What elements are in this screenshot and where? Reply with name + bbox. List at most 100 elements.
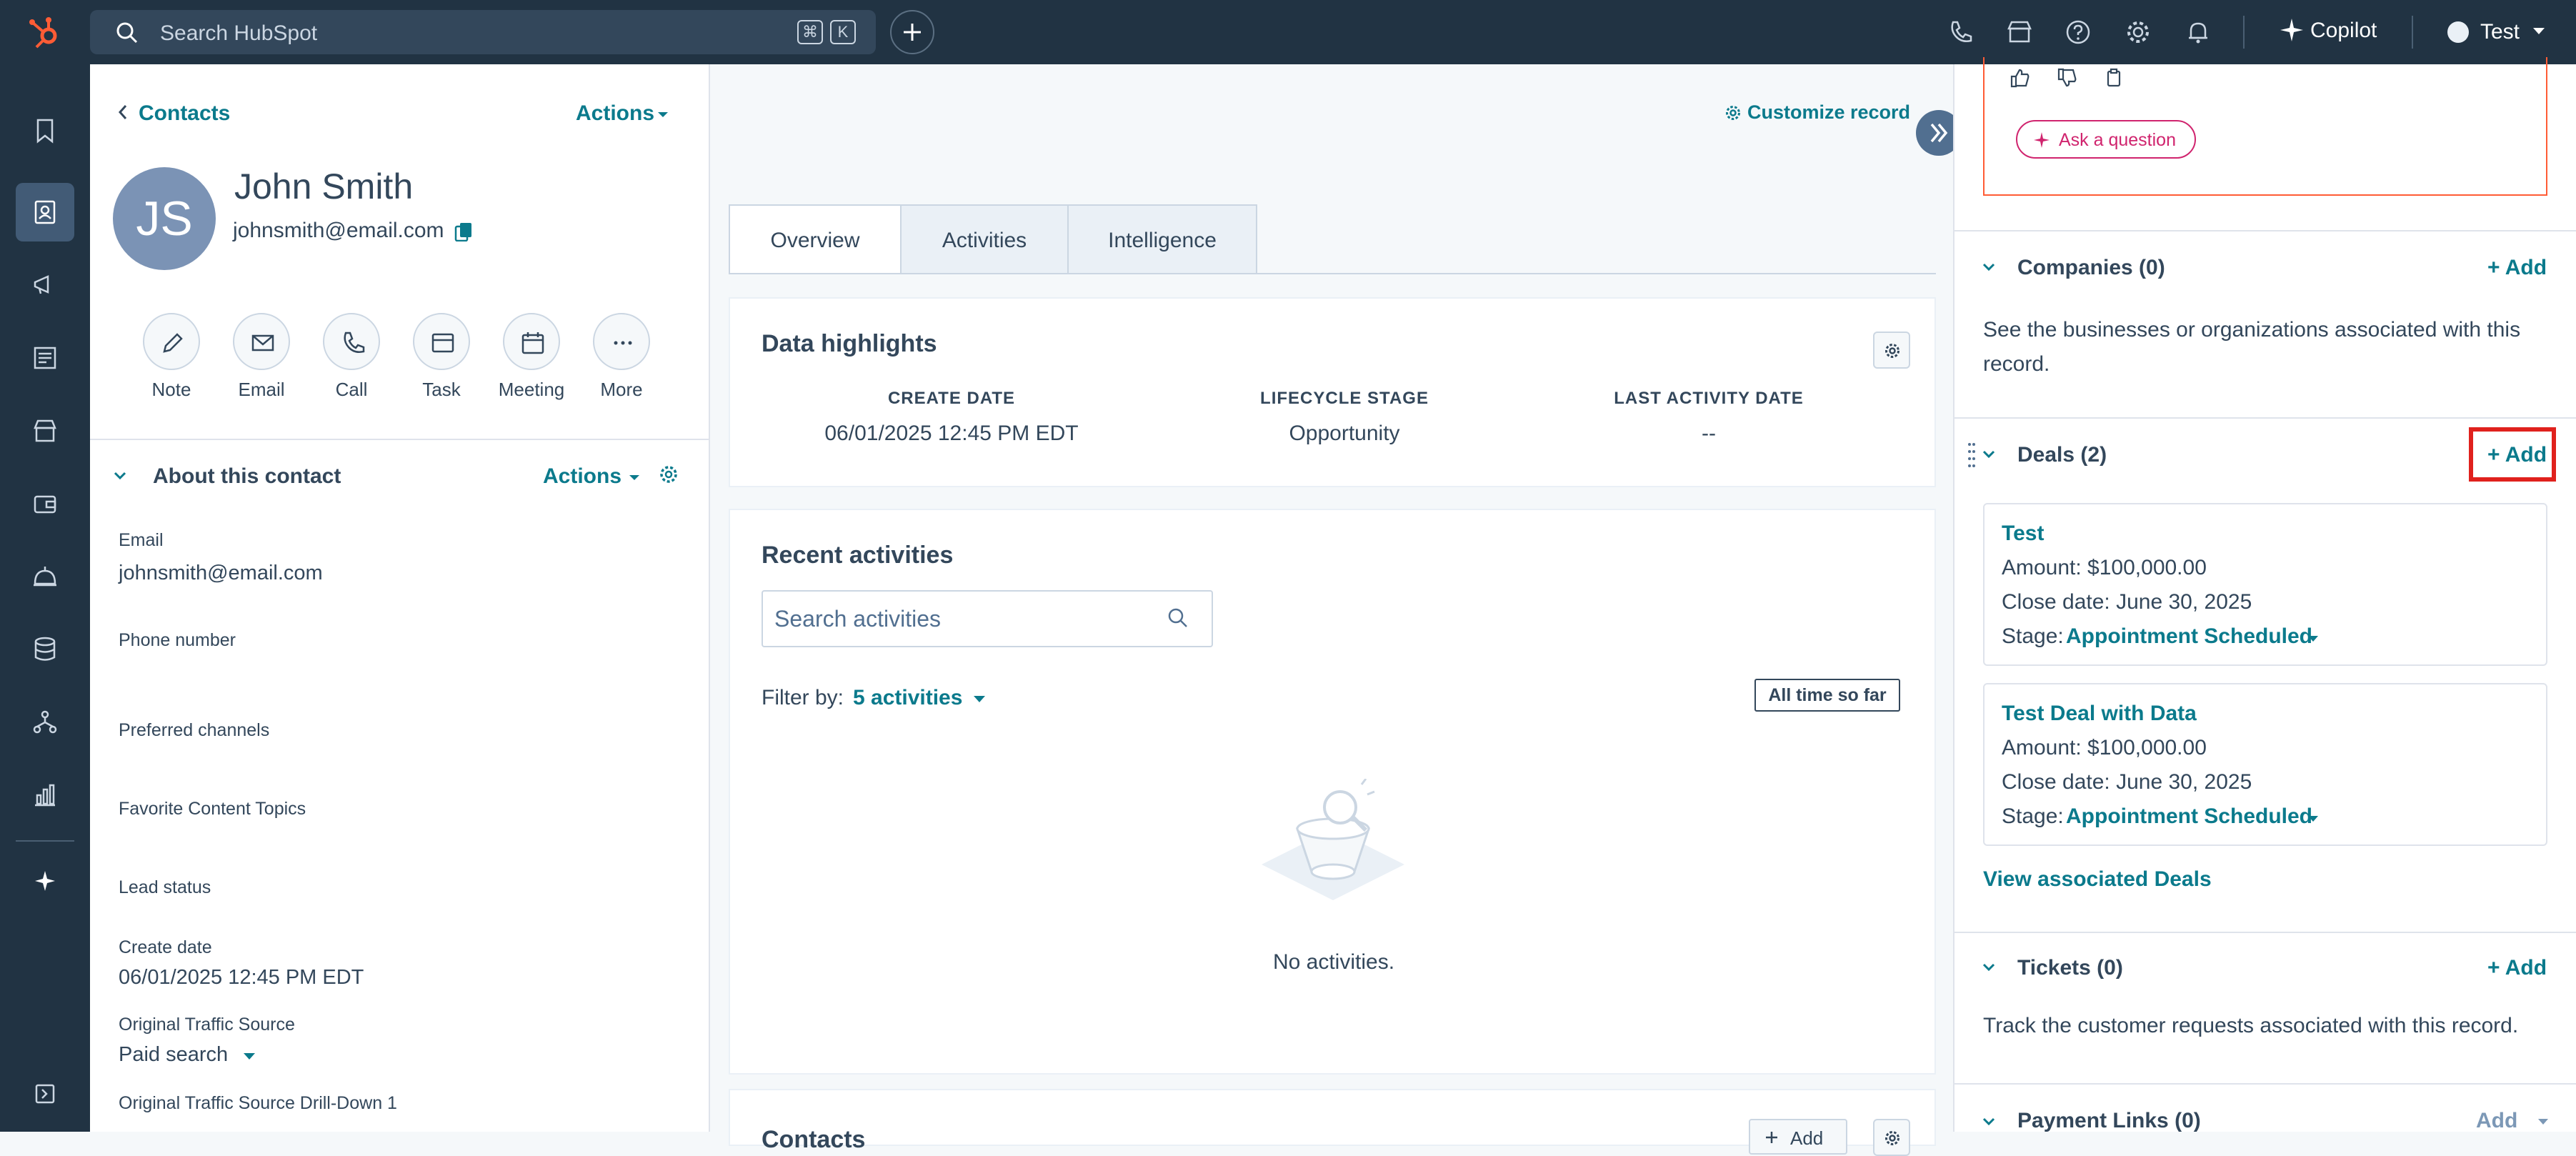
phone-property-value[interactable] — [119, 657, 676, 693]
copilot-label: Copilot — [2310, 19, 2377, 42]
recent-activities-card: Recent activities Search activities Filt… — [729, 509, 1936, 1075]
deals-section-title[interactable]: Deals (2) — [2017, 443, 2107, 467]
create-date-value: 06/01/2025 12:45 PM EDT — [824, 422, 1079, 445]
tickets-section-title[interactable]: Tickets (0) — [2017, 956, 2123, 980]
deal-stage-dropdown[interactable]: Appointment Scheduled — [2066, 803, 2323, 832]
more-action-button[interactable]: More — [591, 313, 652, 401]
thumbs-up-icon[interactable] — [2009, 67, 2030, 89]
add-payment-link-dropdown[interactable]: Add — [2476, 1109, 2555, 1137]
add-company-button[interactable]: + Add — [2487, 256, 2547, 280]
customize-record-button[interactable]: Customize record — [1724, 100, 1932, 129]
about-actions-label: Actions — [543, 464, 622, 488]
about-section-title[interactable]: About this contact — [153, 464, 341, 489]
deal-stage-label: Stage: — [2002, 804, 2064, 828]
deals-chevron-icon[interactable] — [1980, 447, 1997, 462]
actions-label: Actions — [576, 101, 655, 125]
traffic-source-dropdown[interactable]: Paid search — [119, 1040, 290, 1072]
nav-data-database-icon[interactable] — [16, 620, 74, 679]
drag-handle-icon[interactable] — [1967, 442, 1976, 470]
sparkle-icon — [2033, 131, 2050, 149]
nav-expand-icon[interactable] — [16, 1065, 74, 1123]
copy-email-icon[interactable] — [454, 221, 473, 241]
highlights-settings-gear-icon[interactable] — [1873, 332, 1910, 369]
contacts-card-title: Contacts — [762, 1126, 866, 1153]
customize-record-label: Customize record — [1747, 101, 1911, 123]
contact-avatar: JS — [113, 167, 216, 270]
create-date-value: 06/01/2025 12:45 PM EDT — [119, 966, 364, 989]
preferred-channels-label: Preferred channels — [119, 720, 270, 740]
settings-gear-icon[interactable] — [2125, 19, 2152, 46]
contact-email: johnsmith@email.com — [233, 219, 444, 242]
email-property-label: Email — [119, 530, 164, 550]
add-contact-button[interactable]: Add — [1749, 1119, 1847, 1155]
activity-filter-dropdown[interactable]: 5 activities — [853, 683, 996, 712]
thumbs-down-icon[interactable] — [2056, 67, 2077, 89]
calling-icon[interactable] — [1947, 19, 1975, 46]
account-menu[interactable]: Test — [2433, 13, 2562, 51]
nav-contacts-icon[interactable] — [16, 183, 74, 241]
create-new-button[interactable] — [890, 10, 934, 54]
nav-automation-icon[interactable] — [16, 693, 74, 752]
add-payment-link-label: Add — [2476, 1109, 2518, 1132]
lead-status-value[interactable] — [119, 905, 676, 933]
deal-stage-label: Stage: — [2002, 624, 2064, 648]
email-property-value[interactable]: johnsmith@email.com — [119, 562, 323, 585]
record-actions-dropdown[interactable]: Actions — [576, 101, 683, 130]
add-deal-button[interactable]: + Add — [2487, 443, 2547, 467]
copy-icon[interactable] — [2103, 67, 2125, 89]
note-icon — [143, 313, 200, 370]
shortcut-k-key: K — [830, 20, 856, 44]
tab-overview[interactable]: Overview — [729, 204, 902, 274]
search-activities-input[interactable]: Search activities — [762, 590, 1213, 647]
marketplace-icon[interactable] — [2006, 19, 2033, 46]
help-icon[interactable] — [2065, 19, 2092, 46]
nav-wallet-icon[interactable] — [16, 474, 74, 533]
about-actions-dropdown[interactable]: Actions — [543, 462, 643, 490]
companies-chevron-icon[interactable] — [1980, 260, 1997, 274]
nav-bookmarks-icon[interactable] — [16, 101, 74, 160]
shortcut-cmd-key: ⌘ — [797, 20, 823, 44]
nav-marketing-megaphone-icon[interactable] — [16, 256, 74, 314]
tickets-chevron-icon[interactable] — [1980, 960, 1997, 975]
content-topics-value[interactable] — [119, 826, 676, 862]
back-chevron-icon[interactable] — [116, 101, 130, 123]
nav-reporting-icon[interactable] — [16, 766, 74, 824]
contacts-settings-gear-icon[interactable] — [1873, 1119, 1910, 1156]
section-divider — [1955, 1083, 2576, 1085]
collapse-chevron-icon[interactable] — [111, 469, 129, 483]
record-middle-column: Customize record Overview Activities Int… — [712, 64, 1940, 1156]
deal-stage-dropdown[interactable]: Appointment Scheduled — [2066, 623, 2323, 652]
timeframe-filter-button[interactable]: All time so far — [1754, 679, 1900, 712]
caret-down-icon — [2532, 26, 2546, 36]
tab-intelligence[interactable]: Intelligence — [1067, 204, 1257, 274]
breadcrumb-contacts-link[interactable]: Contacts — [139, 101, 230, 126]
nav-breeze-sparkle-icon[interactable] — [16, 852, 74, 910]
nav-commerce-icon[interactable] — [16, 402, 74, 460]
payment-links-chevron-icon[interactable] — [1980, 1115, 1997, 1129]
deal-name-link[interactable]: Test Deal with Data — [2002, 702, 2197, 726]
contacts-card: Contacts Add — [729, 1089, 1936, 1156]
view-associated-deals-link[interactable]: View associated Deals — [1983, 867, 2212, 892]
deal-card: Test Deal with Data Amount: $100,000.00 … — [1983, 683, 2547, 846]
tab-activities[interactable]: Activities — [900, 204, 1069, 274]
notifications-bell-icon[interactable] — [2185, 19, 2212, 46]
topbar-divider — [2243, 16, 2245, 49]
preferred-channels-value[interactable] — [119, 747, 676, 783]
email-envelope-icon — [233, 313, 290, 370]
nav-content-icon[interactable] — [16, 329, 74, 387]
about-settings-gear-icon[interactable] — [659, 464, 679, 484]
add-contact-label: Add — [1790, 1127, 1824, 1149]
add-ticket-button[interactable]: + Add — [2487, 956, 2547, 980]
deal-name-link[interactable]: Test — [2002, 522, 2044, 546]
hubspot-logo-icon[interactable] — [27, 16, 63, 51]
payment-links-section-title[interactable]: Payment Links (0) — [2017, 1109, 2201, 1133]
ask-question-button[interactable]: Ask a question — [2016, 120, 2196, 159]
nav-service-icon[interactable] — [16, 547, 74, 606]
top-navigation-bar: Search HubSpot ⌘ K Copilot Test — [0, 0, 2576, 64]
companies-section-title[interactable]: Companies (0) — [2017, 256, 2165, 280]
copilot-button[interactable]: Copilot — [2276, 13, 2390, 51]
global-search-input[interactable]: Search HubSpot ⌘ K — [90, 10, 876, 54]
panel-divider — [90, 439, 709, 440]
caret-down-icon — [243, 1052, 256, 1060]
nav-divider — [16, 840, 74, 842]
